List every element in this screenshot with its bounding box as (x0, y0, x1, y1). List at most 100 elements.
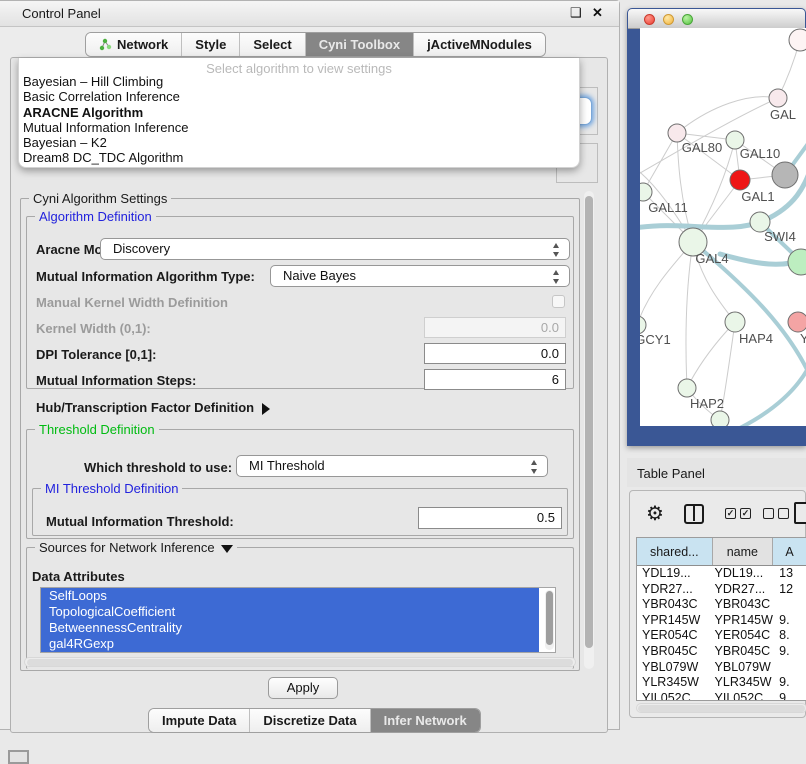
attribute-item[interactable]: BetweennessCentrality (41, 620, 539, 636)
network-graph: GAL GAL80 GAL10 GAL1 GAL11 SWI4 GAL4 GCY… (640, 28, 806, 426)
kernel-width-field[interactable]: 0.0 (424, 317, 566, 338)
kernel-width-label: Kernel Width (0,1): (36, 321, 151, 336)
tab-network[interactable]: Network (86, 33, 182, 56)
node-label: SWI4 (764, 229, 796, 244)
node-label: GCY1 (640, 332, 671, 347)
node-label: HAP4 (739, 331, 773, 346)
apply-button[interactable]: Apply (268, 677, 338, 699)
algorithm-option[interactable]: Mutual Information Inference (19, 120, 579, 135)
tab-discretize-data[interactable]: Discretize Data (250, 709, 370, 732)
expand-right-icon (262, 403, 270, 415)
node-gal11[interactable] (640, 183, 652, 201)
node[interactable] (789, 29, 806, 51)
algorithm-dropdown-list: Select algorithm to view settings Bayesi… (18, 58, 580, 168)
control-panel-title: Control Panel (22, 6, 101, 21)
float-window-icon[interactable]: ❑ (570, 5, 582, 21)
node-label: GAL1 (741, 189, 774, 204)
attribute-item[interactable]: SelfLoops (41, 588, 539, 604)
column-header-name[interactable]: name (713, 538, 774, 565)
table-row[interactable]: YBR045C YBR045C 9. (637, 644, 806, 660)
algorithm-option[interactable]: Dream8 DC_TDC Algorithm (19, 150, 579, 165)
mi-algorithm-type-select[interactable]: Naive Bayes (270, 265, 570, 287)
tab-jactivemnodules[interactable]: jActiveMNodules (414, 33, 545, 56)
network-view-window: GAL GAL80 GAL10 GAL1 GAL11 SWI4 GAL4 GCY… (627, 8, 806, 446)
checked-checkbox-icon[interactable]: ✓ (740, 508, 751, 519)
gear-icon[interactable]: ⚙ (646, 504, 664, 524)
which-threshold-label: Which threshold to use: (84, 460, 232, 475)
network-node-labels: GAL GAL80 GAL10 GAL1 GAL11 SWI4 GAL4 GCY… (640, 107, 806, 411)
mi-threshold-label: Mutual Information Threshold: (46, 514, 234, 529)
node-bottom[interactable] (711, 411, 729, 426)
network-icon (99, 38, 112, 51)
checked-checkbox-icon[interactable]: ✓ (725, 508, 736, 519)
table-row[interactable]: YDR27... YDR27... 12 (637, 582, 806, 598)
dpi-tolerance-field[interactable]: 0.0 (424, 343, 566, 364)
table-panel-window: ⚙ ✓ ✓ shared... name A YDL19... YDL19...… (629, 490, 806, 718)
zoom-traffic-light[interactable] (682, 14, 693, 25)
unchecked-checkbox-icon[interactable] (778, 508, 789, 519)
node-label: Y (800, 331, 806, 346)
algorithm-option-selected[interactable]: ARACNE Algorithm (19, 105, 579, 120)
combo-stepper-icon (553, 270, 560, 284)
settings-horizontal-scrollbar[interactable] (24, 657, 576, 667)
attribute-item[interactable]: TopologicalCoefficient (41, 604, 539, 620)
table-row[interactable]: YLR345W YLR345W 9. (637, 675, 806, 691)
hub-definition-toggle[interactable]: Hub/Transcription Factor Definition (36, 400, 270, 415)
algorithm-option[interactable]: Bayesian – Hill Climbing (19, 74, 579, 89)
table-panel-title: Table Panel (637, 466, 705, 481)
collapse-down-icon (221, 545, 233, 553)
close-traffic-light[interactable] (644, 14, 655, 25)
table-row[interactable]: YPR145W YPR145W 9. (637, 613, 806, 629)
table-row-partial[interactable]: YIL052C YIL052C 9 (637, 691, 806, 701)
settings-vertical-scrollbar[interactable] (584, 191, 594, 669)
table-row[interactable]: YER054C YER054C 8. (637, 628, 806, 644)
table-row[interactable]: YDL19... YDL19... 13 (637, 566, 806, 582)
node-label: GAL (770, 107, 796, 122)
mi-threshold-field[interactable]: 0.5 (418, 507, 562, 529)
sources-title[interactable]: Sources for Network Inference (35, 540, 237, 555)
network-window-titlebar (628, 9, 805, 29)
node-hap4[interactable] (725, 312, 745, 332)
aracne-mode-select[interactable]: Discovery (100, 238, 570, 260)
tab-infer-network[interactable]: Infer Network (371, 709, 480, 732)
mi-steps-field[interactable]: 6 (424, 369, 566, 390)
which-threshold-select[interactable]: MI Threshold (236, 455, 548, 477)
table-panel-header: Table Panel (627, 458, 806, 487)
control-panel-titlebar: Control Panel ❑ ✕ (0, 1, 619, 27)
algorithm-option[interactable]: Basic Correlation Inference (19, 89, 579, 104)
tab-impute-data[interactable]: Impute Data (149, 709, 250, 732)
node-gal1[interactable] (730, 170, 750, 190)
network-canvas[interactable]: GAL GAL80 GAL10 GAL1 GAL11 SWI4 GAL4 GCY… (640, 28, 806, 426)
column-header-shared-name[interactable]: shared... (637, 538, 713, 565)
attribute-item[interactable]: gal4RGexp (41, 636, 539, 652)
bottom-tab-bar: Impute Data Discretize Data Infer Networ… (148, 708, 481, 733)
threshold-definition-title: Threshold Definition (35, 422, 159, 437)
manual-kernel-width-label: Manual Kernel Width Definition (36, 295, 228, 310)
node-salmon[interactable] (788, 312, 806, 332)
node-gray[interactable] (772, 162, 798, 188)
attribute-list-scrollbar[interactable] (545, 590, 554, 650)
close-window-icon[interactable]: ✕ (592, 5, 603, 21)
unchecked-checkbox-icon[interactable] (763, 508, 774, 519)
node-attribute-table: shared... name A YDL19... YDL19... 13 YD… (636, 537, 806, 701)
algorithm-definition-title: Algorithm Definition (35, 209, 156, 224)
tab-style[interactable]: Style (182, 33, 240, 56)
column-header-partial[interactable]: A (773, 538, 806, 565)
node-gal[interactable] (769, 89, 787, 107)
tab-cyni-toolbox[interactable]: Cyni Toolbox (306, 33, 414, 56)
table-toolbar: ⚙ ✓ ✓ (630, 499, 805, 535)
node-hap2[interactable] (678, 379, 696, 397)
node-label: HAP2 (690, 396, 724, 411)
table-row[interactable]: YBR043C YBR043C (637, 597, 806, 613)
columns-icon[interactable] (684, 504, 704, 524)
algorithm-option[interactable]: Bayesian – K2 (19, 135, 579, 150)
table-horizontal-scrollbar[interactable] (636, 703, 806, 713)
data-attributes-label: Data Attributes (32, 569, 125, 584)
node-label: GAL80 (682, 140, 722, 155)
manual-kernel-width-checkbox[interactable] (552, 295, 565, 308)
tab-select[interactable]: Select (240, 33, 305, 56)
minimize-traffic-light[interactable] (663, 14, 674, 25)
table-row[interactable]: YBL079W YBL079W (637, 660, 806, 676)
document-icon[interactable] (794, 502, 806, 524)
table-header-row: shared... name A (637, 538, 806, 566)
